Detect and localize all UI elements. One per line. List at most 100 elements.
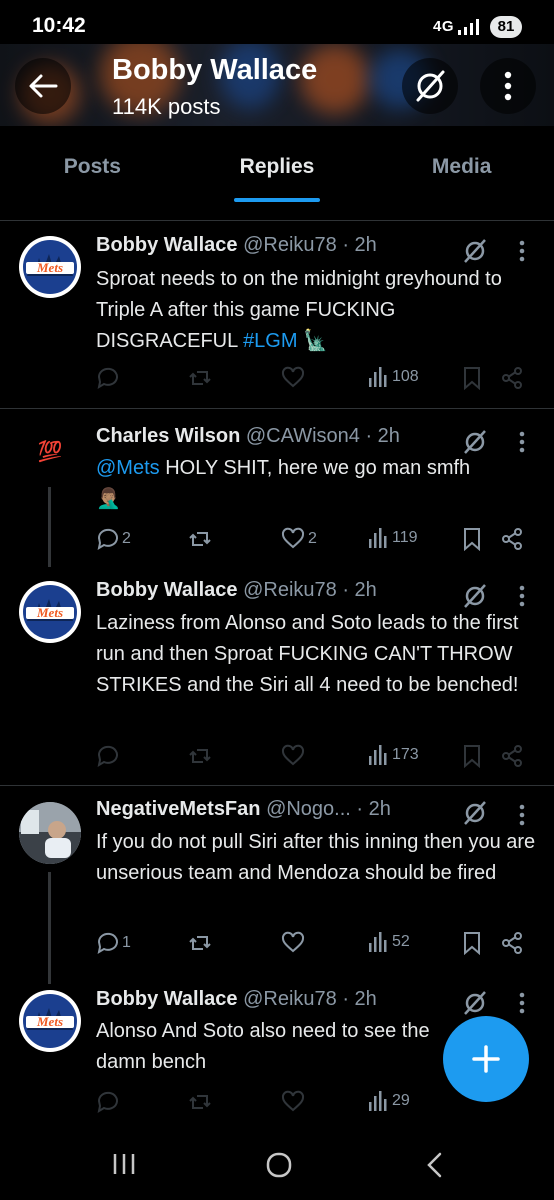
heart-icon	[281, 931, 305, 953]
post-author[interactable]: NegativeMetsFan @Nogo... · 2h	[96, 798, 391, 821]
svg-text:Mets: Mets	[36, 1014, 63, 1029]
share-button[interactable]	[500, 931, 524, 955]
bookmark-button[interactable]	[462, 931, 482, 955]
mention-link[interactable]: @Mets	[96, 457, 160, 479]
back-nav-icon[interactable]	[424, 1151, 444, 1179]
bookmark-button[interactable]	[462, 366, 482, 390]
grok-icon[interactable]	[462, 583, 488, 609]
home-icon[interactable]	[265, 1151, 293, 1179]
active-tab-indicator	[234, 198, 320, 202]
divider	[0, 220, 554, 221]
more-vertical-icon[interactable]	[519, 585, 525, 607]
back-button[interactable]	[15, 58, 71, 114]
more-vertical-icon[interactable]	[519, 431, 525, 453]
more-vertical-icon[interactable]	[519, 240, 525, 262]
grok-icon[interactable]	[462, 429, 488, 455]
user-photo-icon	[19, 802, 81, 864]
bookmark-icon	[464, 367, 480, 390]
avatar[interactable]	[19, 802, 81, 864]
post-text: @Mets HOLY SHIT, here we go man smfh 🤦🏽‍♂…	[96, 457, 471, 510]
views-icon	[369, 745, 387, 765]
views-button[interactable]: 29	[368, 1090, 410, 1112]
views-button[interactable]: 173	[368, 744, 419, 766]
svg-text:Mets: Mets	[36, 605, 63, 620]
arrow-left-icon	[29, 74, 58, 98]
hashtag-link[interactable]: #LGM	[243, 330, 297, 352]
share-button[interactable]	[500, 744, 524, 768]
post-count: 114K posts	[112, 94, 221, 119]
reply-post[interactable]: Mets Bobby Wallace @Reiku78 · 2h Sproat …	[0, 222, 554, 408]
reply-post[interactable]: 💯 Charles Wilson @CAWison4 · 2h @Mets HO…	[0, 409, 554, 567]
repost-button[interactable]	[188, 931, 212, 955]
post-author[interactable]: Bobby Wallace @Reiku78 · 2h	[96, 579, 377, 602]
share-button[interactable]	[500, 527, 524, 551]
repost-button[interactable]	[188, 527, 212, 551]
post-author[interactable]: Charles Wilson @CAWison4 · 2h	[96, 425, 400, 448]
battery-indicator: 81	[490, 16, 522, 38]
post-text: Alonso And Soto also need to see the dam…	[96, 1020, 430, 1073]
views-button[interactable]: 108	[368, 366, 419, 388]
views-icon	[369, 932, 387, 952]
compose-button[interactable]	[443, 1016, 529, 1102]
recent-apps-icon[interactable]	[111, 1151, 137, 1177]
avatar[interactable]: Mets	[19, 581, 81, 643]
like-button[interactable]	[281, 931, 305, 955]
post-author[interactable]: Bobby Wallace @Reiku78 · 2h	[96, 234, 377, 257]
profile-tabs: Posts Replies Media	[0, 126, 554, 202]
views-icon	[369, 1091, 387, 1111]
heart-icon	[281, 527, 305, 549]
share-icon	[502, 745, 522, 767]
reply-icon	[97, 528, 118, 551]
mets-logo-icon: Mets	[20, 991, 80, 1051]
post-text: Laziness from Alonso and Soto leads to t…	[96, 612, 519, 696]
plus-icon	[472, 1045, 500, 1073]
reply-button[interactable]: 1	[96, 931, 131, 955]
thread-line	[48, 487, 51, 567]
post-text: If you do not pull Siri after this innin…	[96, 831, 536, 884]
avatar[interactable]: 💯	[19, 439, 81, 469]
post-actions: 2 2 119	[96, 527, 536, 557]
grok-icon[interactable]	[462, 990, 488, 1016]
svg-text:Mets: Mets	[36, 260, 63, 275]
like-button[interactable]: 2	[281, 527, 317, 551]
grok-button[interactable]	[402, 58, 458, 114]
tab-posts[interactable]: Posts	[0, 126, 185, 202]
bookmark-button[interactable]	[462, 744, 482, 768]
bookmark-icon	[464, 932, 480, 955]
post-actions: 1 52	[96, 931, 536, 961]
tab-replies[interactable]: Replies	[185, 126, 370, 202]
share-icon	[502, 367, 522, 389]
network-indicator: 4G	[432, 18, 454, 35]
share-button[interactable]	[500, 366, 524, 390]
profile-header: Bobby Wallace 114K posts	[0, 44, 554, 126]
reply-post[interactable]: Mets Bobby Wallace @Reiku78 · 2h Lazines…	[0, 565, 554, 785]
more-options-button[interactable]	[480, 58, 536, 114]
bookmark-icon	[464, 528, 480, 551]
repost-icon	[189, 532, 211, 546]
more-vertical-icon[interactable]	[519, 804, 525, 826]
share-icon	[502, 932, 522, 954]
profile-name: Bobby Wallace	[112, 54, 318, 86]
post-author[interactable]: Bobby Wallace @Reiku78 · 2h	[96, 988, 377, 1011]
reply-post[interactable]: NegativeMetsFan @Nogo... · 2h If you do …	[0, 786, 554, 984]
reply-button[interactable]: 2	[96, 527, 131, 551]
views-icon	[369, 367, 387, 387]
views-icon	[369, 528, 387, 548]
share-icon	[502, 528, 522, 550]
mets-logo-icon: Mets	[20, 237, 80, 297]
avatar[interactable]: Mets	[19, 236, 81, 298]
mets-logo-icon: Mets	[20, 582, 80, 642]
views-button[interactable]: 119	[368, 527, 418, 549]
bookmark-button[interactable]	[462, 527, 482, 551]
status-time: 10:42	[32, 14, 86, 37]
views-button[interactable]: 52	[368, 931, 410, 953]
tab-media[interactable]: Media	[369, 126, 554, 202]
more-vertical-icon[interactable]	[519, 992, 525, 1014]
signal-icon	[458, 19, 479, 35]
post-actions-right: 108	[96, 366, 536, 396]
repost-icon	[189, 936, 211, 950]
grok-icon[interactable]	[462, 238, 488, 264]
reply-icon	[97, 932, 118, 955]
avatar[interactable]: Mets	[19, 990, 81, 1052]
grok-icon[interactable]	[462, 800, 488, 826]
